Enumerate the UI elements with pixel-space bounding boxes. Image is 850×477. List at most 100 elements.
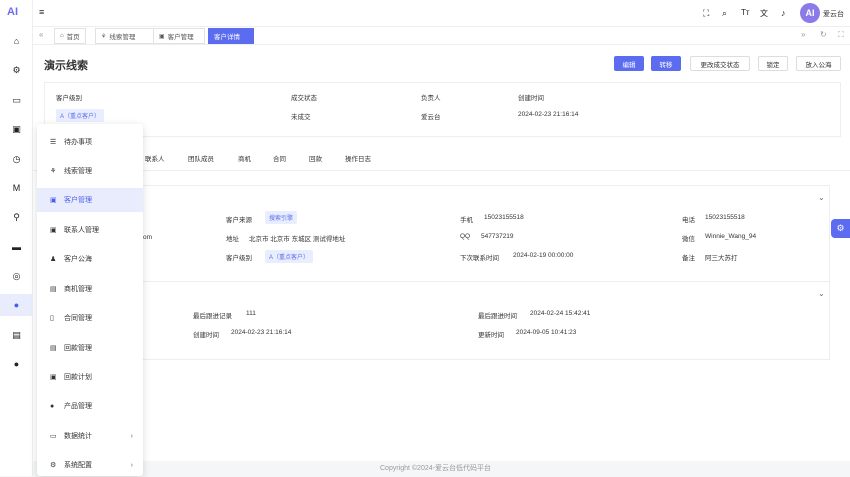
home-icon: ⌂ [60,33,64,39]
font-size-icon[interactable]: Tт [741,8,750,17]
rail-bike-icon[interactable]: ⚲ [0,206,33,228]
pool-icon: ♟ [50,256,57,263]
owner-value: 爱云台 [421,114,441,121]
payment-icon: ▤ [50,345,57,352]
contact-icon: ▣ [50,227,57,234]
rail-user-icon[interactable]: ● [0,294,33,316]
settings-float-icon[interactable]: ⚙ [831,219,850,238]
logo: AI [7,6,18,18]
mobile-value: 15023155518 [484,214,524,221]
updated-label: 更新时间 [478,332,504,339]
rail-store-icon[interactable]: ▤ [0,324,33,346]
product-icon: ● [50,402,55,410]
chevron-right-icon: › [130,432,133,440]
mobile-label: 手机 [460,217,473,224]
rail-apple-icon[interactable]: ● [0,353,33,375]
menu-item-contracts[interactable]: ▯ 合同管理 [37,306,143,330]
next-contact-value: 2024-02-19 00:00:00 [513,252,574,259]
tab-bar: « ⌂ 首页 ⚘ 线索管理 ▣ 客户管理 客户详情 » ↻ ⛶ [33,26,850,45]
edit-button[interactable]: 编辑 [614,56,644,71]
tag-icon: ⚘ [101,33,107,40]
wechat-value: Winnie_Wang_94 [705,233,757,240]
tab-customer-detail[interactable]: 客户详情 [208,28,254,44]
bus-icon: ▤ [50,286,57,293]
change-deal-status-button[interactable]: 更改成交状态 [690,56,750,71]
summary-box [44,82,841,137]
phone-value: 15023155518 [705,214,745,221]
collapse-basic-icon[interactable]: ⌄ [818,193,825,202]
transfer-button[interactable]: 转移 [651,56,681,71]
rail-m-icon[interactable]: M [0,177,33,199]
bell-icon[interactable]: ♪ [781,8,786,18]
last-time-label: 最后跟进时间 [478,313,517,320]
fullscreen-icon[interactable]: ⛶ [703,8,709,19]
top-bar: ≡ ⛶ ⌕ Tт 文 ♪ AI 爱云台 [33,0,850,26]
phone-label: 电话 [682,217,695,224]
email-partial: om [143,234,153,241]
menu-item-opportunities[interactable]: ▤ 商机管理 [37,277,143,301]
subtab-contracts[interactable]: 合同 [273,153,286,163]
rail-gear-icon[interactable]: ⚙ [0,59,33,81]
collapse-system-icon[interactable]: ⌄ [818,289,825,298]
updated-value: 2024-09-05 10:41:23 [516,329,577,336]
menu-item-leads[interactable]: ⚘ 线索管理 [37,159,143,183]
tab-home[interactable]: ⌂ 首页 [54,28,86,44]
remark-value: 阿三大苏打 [705,255,738,262]
subtab-opportunities[interactable]: 商机 [238,153,251,163]
refresh-icon[interactable]: ↻ [820,30,827,39]
username[interactable]: 爱云台 [823,9,844,19]
next-contact-label: 下次联系时间 [460,255,499,262]
rail-clock-icon[interactable]: ◷ [0,148,33,170]
level-tag: A（重点客户） [56,109,105,122]
rail-image-icon[interactable]: ▣ [0,118,33,140]
tabs-prev-icon[interactable]: « [39,30,43,39]
last-time-value: 2024-02-24 15:42:41 [530,310,591,317]
rail-compass-icon[interactable]: ◎ [0,265,33,287]
summary-label-owner: 负责人 [421,95,441,102]
tabs-next-icon[interactable]: » [801,30,805,39]
search-icon[interactable]: ⌕ [722,8,727,19]
system-created-value: 2024-02-23 21:16:14 [231,329,292,336]
menu-item-payments[interactable]: ▤ 回款管理 [37,336,143,360]
menu-item-todo[interactable]: ☰ 待办事项 [37,130,143,154]
menu-item-customers[interactable]: ▣ 客户管理 [37,188,143,212]
menu-toggle-icon[interactable]: ≡ [39,7,44,17]
side-rail: AI ⌂ ⚙ ▭ ▣ ◷ M ⚲ ▬ ◎ ● ▤ ● [0,0,33,476]
customer-level-tag: A（重点客户） [265,250,314,263]
rail-printer-icon[interactable]: ▬ [0,236,33,258]
rail-monitor-icon[interactable]: ▭ [0,89,33,111]
summary-label-created: 创建时间 [518,95,544,102]
system-created-label: 创建时间 [193,332,219,339]
section-divider [44,281,830,282]
todo-list-icon: ☰ [50,139,57,146]
menu-item-stats[interactable]: ▭ 数据统计 › [37,424,143,448]
menu-item-products[interactable]: ● 产品管理 [37,394,143,418]
qq-label: QQ [460,233,471,240]
subtab-logs[interactable]: 操作日志 [345,153,371,163]
customer-level-label: 客户级别 [226,255,252,262]
chevron-right-icon: › [130,461,133,469]
subtab-payments[interactable]: 回款 [309,153,322,163]
rail-home-icon[interactable]: ⌂ [0,30,33,52]
contract-icon: ▯ [50,315,54,322]
menu-item-pool[interactable]: ♟ 客户公海 [37,247,143,271]
tab-customers[interactable]: ▣ 客户管理 [153,28,205,44]
menu-item-contacts[interactable]: ▣ 联系人管理 [37,218,143,242]
lock-button[interactable]: 锁定 [758,56,788,71]
settings-icon: ⚙ [50,462,57,469]
address-label: 地址 [226,236,239,243]
qq-value: 547737219 [481,233,514,240]
menu-item-payment-plan[interactable]: ▣ 回款计划 [37,365,143,389]
stats-icon: ▭ [50,433,57,440]
tag-icon: ⚘ [50,168,57,175]
move-to-pool-button[interactable]: 放入公海 [796,56,841,71]
subtab-contacts[interactable]: 联系人 [145,153,165,163]
avatar[interactable]: AI [800,3,820,23]
subtab-team[interactable]: 团队成员 [188,153,214,163]
translate-icon[interactable]: 文 [760,8,768,19]
expand-icon[interactable]: ⛶ [838,30,844,40]
source-label: 客户来源 [226,217,252,224]
source-tag: 搜索引擎 [265,211,298,224]
summary-label-level: 客户级别 [56,95,82,102]
menu-item-settings[interactable]: ⚙ 系统配置 › [37,453,143,477]
